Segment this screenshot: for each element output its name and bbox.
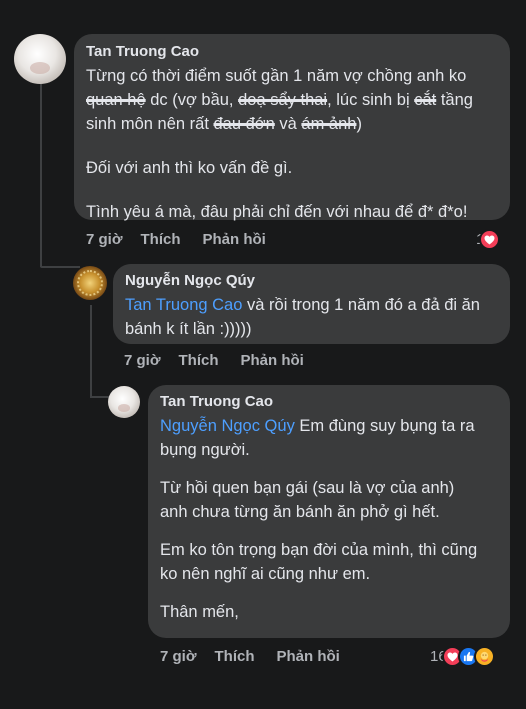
reaction-summary-1[interactable]: 1 [476, 229, 501, 250]
comment-author[interactable]: Tan Truong Cao [160, 393, 498, 411]
comment-bubble-2: Nguyễn Ngọc Qúy Tan Truong Cao và rồi tr… [113, 264, 510, 344]
reaction-summary-3[interactable]: 16 [430, 646, 495, 667]
comment-timestamp[interactable]: 7 giờ [124, 352, 161, 369]
comment-timestamp[interactable]: 7 giờ [160, 648, 197, 665]
like-button[interactable]: Thích [215, 648, 255, 665]
care-icon [473, 646, 495, 667]
comment-bubble-3: Tan Truong Cao Nguyễn Ngọc Qúy Em đùng s… [148, 385, 510, 638]
comment-actions-3: 7 giờ Thích Phản hồi [160, 648, 340, 665]
comment-author[interactable]: Nguyễn Ngọc Qúy [125, 272, 498, 290]
reply-button[interactable]: Phản hồi [241, 352, 304, 369]
comment-text: Từng có thời điểm suốt gần 1 năm vợ chồn… [86, 67, 473, 221]
heart-icon [479, 229, 501, 250]
like-button[interactable]: Thích [179, 352, 219, 369]
comment-text: Tan Truong Cao và rồi trong 1 năm đó a đ… [125, 296, 480, 338]
reply-button[interactable]: Phản hồi [203, 231, 266, 248]
comment-text: Nguyễn Ngọc Qúy Em đùng suy bụng ta ra b… [160, 417, 478, 621]
thread-line-sub [90, 305, 92, 397]
avatar-tan-truong-cao[interactable] [14, 34, 66, 84]
comment-actions-2: 7 giờ Thích Phản hồi [124, 352, 304, 369]
mention-link[interactable]: Tan Truong Cao [125, 296, 242, 314]
comment-timestamp[interactable]: 7 giờ [86, 231, 123, 248]
mention-link[interactable]: Nguyễn Ngọc Qúy [160, 417, 295, 435]
like-button[interactable]: Thích [141, 231, 181, 248]
avatar-nguyen-ngoc-quy[interactable] [73, 266, 107, 300]
comment-author[interactable]: Tan Truong Cao [86, 43, 498, 61]
thread-line-main [40, 82, 42, 267]
comment-bubble-1: Tan Truong Cao Từng có thời điểm suốt gầ… [74, 34, 510, 221]
avatar-tan-truong-cao[interactable] [108, 386, 140, 418]
comment-actions-1: 7 giờ Thích Phản hồi [86, 231, 266, 248]
reply-button[interactable]: Phản hồi [277, 648, 340, 665]
thread-line-branch-1 [40, 266, 80, 268]
